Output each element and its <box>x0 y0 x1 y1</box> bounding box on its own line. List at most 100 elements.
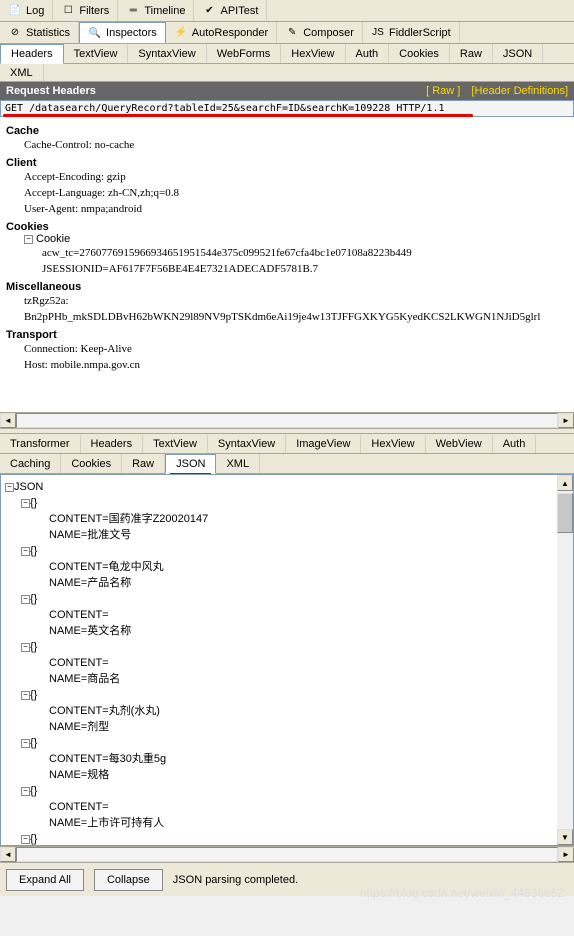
json-content[interactable]: CONTENT= <box>5 799 569 815</box>
scroll-thumb[interactable] <box>557 493 573 533</box>
tab-hexview[interactable]: HexView <box>281 44 345 63</box>
json-content[interactable]: CONTENT= <box>5 607 569 623</box>
inspectors-tab[interactable]: 🔍Inspectors <box>79 22 166 43</box>
tree-collapse-icon[interactable]: − <box>21 595 30 604</box>
cookie-item[interactable]: acw_tc=2760776915966934651951544e375c099… <box>6 245 568 261</box>
tab-headers[interactable]: Headers <box>0 44 64 64</box>
resp-tab-raw[interactable]: Raw <box>122 454 165 473</box>
header-defs-link[interactable]: [Header Definitions] <box>471 85 568 97</box>
json-name[interactable]: NAME=上市许可持有人 <box>5 815 569 831</box>
tab-json[interactable]: JSON <box>493 44 543 63</box>
raw-link[interactable]: [ Raw ] <box>426 85 460 97</box>
json-tree[interactable]: ▲ ▼ − JSON− {}CONTENT=国药准字Z20020147NAME=… <box>0 474 574 846</box>
json-content[interactable]: CONTENT=国药准字Z20020147 <box>5 511 569 527</box>
autoresponder-tab[interactable]: ⚡AutoResponder <box>166 22 277 43</box>
json-hscroll[interactable]: ◄ ► <box>0 846 574 862</box>
tree-collapse-icon[interactable]: − <box>21 691 30 700</box>
json-object[interactable]: − {} <box>5 735 569 751</box>
scroll-up-icon[interactable]: ▲ <box>557 475 573 491</box>
tree-collapse-icon[interactable]: − <box>21 787 30 796</box>
request-line[interactable]: GET /datasearch/QueryRecord?tableId=25&s… <box>0 100 574 117</box>
tab-syntaxview[interactable]: SyntaxView <box>128 44 206 63</box>
scroll-down-icon[interactable]: ▼ <box>557 829 573 845</box>
resp-tab-xml[interactable]: XML <box>216 454 260 473</box>
json-name[interactable]: NAME=批准文号 <box>5 527 569 543</box>
client-item[interactable]: Accept-Encoding: gzip <box>6 169 568 185</box>
client-item[interactable]: User-Agent: nmpa;android <box>6 201 568 217</box>
resp-tab-textview[interactable]: TextView <box>143 434 208 453</box>
tab-auth[interactable]: Auth <box>346 44 390 63</box>
tree-collapse-icon[interactable]: − <box>24 235 33 244</box>
collapse-button[interactable]: Collapse <box>94 869 163 891</box>
timeline-tab[interactable]: ═Timeline <box>118 0 194 21</box>
cookie-item[interactable]: JSESSIONID=AF617F7F56BE4E4E7321ADECADF57… <box>6 261 568 277</box>
scroll-right-icon[interactable]: ► <box>558 413 574 428</box>
json-name[interactable]: NAME=产品名称 <box>5 575 569 591</box>
filters-tab[interactable]: ☐Filters <box>53 0 118 21</box>
request-hscroll[interactable]: ◄ ► <box>0 412 574 428</box>
composer-tab[interactable]: ✎Composer <box>277 22 363 43</box>
tree-collapse-icon[interactable]: − <box>21 643 30 652</box>
fiddlerscript-tab[interactable]: JSFiddlerScript <box>363 22 460 43</box>
section-transport: Transport <box>6 329 568 341</box>
transport-item[interactable]: Connection: Keep-Alive <box>6 341 568 357</box>
json-object[interactable]: − {} <box>5 495 569 511</box>
scroll-track[interactable] <box>16 847 558 862</box>
json-content[interactable]: CONTENT=龟龙中风丸 <box>5 559 569 575</box>
scroll-track[interactable] <box>16 413 558 428</box>
json-object[interactable]: − {} <box>5 543 569 559</box>
tree-label: NAME=批准文号 <box>49 527 131 543</box>
resp-tab-caching[interactable]: Caching <box>0 454 61 473</box>
tab-webforms[interactable]: WebForms <box>207 44 282 63</box>
scroll-left-icon[interactable]: ◄ <box>0 413 16 428</box>
tree-collapse-icon[interactable]: − <box>5 483 14 492</box>
tree-collapse-icon[interactable]: − <box>21 547 30 556</box>
json-object[interactable]: − {} <box>5 639 569 655</box>
json-name[interactable]: NAME=剂型 <box>5 719 569 735</box>
json-vscroll[interactable]: ▲ ▼ <box>557 475 573 845</box>
tab-textview[interactable]: TextView <box>64 44 129 63</box>
json-object[interactable]: − {} <box>5 591 569 607</box>
cookie-node[interactable]: − Cookie <box>6 233 568 245</box>
tab-xml[interactable]: XML <box>0 64 44 81</box>
tree-collapse-icon[interactable]: − <box>21 835 30 844</box>
apitest-tab[interactable]: ✔APITest <box>194 0 267 21</box>
resp-tab-hexview[interactable]: HexView <box>361 434 425 453</box>
tab-cookies[interactable]: Cookies <box>389 44 450 63</box>
json-name[interactable]: NAME=商品名 <box>5 671 569 687</box>
resp-tab-headers[interactable]: Headers <box>81 434 144 453</box>
annotation-underline <box>3 114 473 117</box>
json-content[interactable]: CONTENT= <box>5 655 569 671</box>
json-object[interactable]: − {} <box>5 783 569 799</box>
client-item[interactable]: Accept-Language: zh-CN,zh;q=0.8 <box>6 185 568 201</box>
resp-tab-auth[interactable]: Auth <box>493 434 537 453</box>
tab-raw[interactable]: Raw <box>450 44 493 63</box>
tree-collapse-icon[interactable]: − <box>21 739 30 748</box>
json-name[interactable]: NAME=英文名称 <box>5 623 569 639</box>
transport-item[interactable]: Host: mobile.nmpa.gov.cn <box>6 357 568 373</box>
resp-tab-json[interactable]: JSON <box>165 454 216 474</box>
resp-tab-transformer[interactable]: Transformer <box>0 434 81 453</box>
resp-tab-syntaxview[interactable]: SyntaxView <box>208 434 286 453</box>
resp-tab-cookies[interactable]: Cookies <box>61 454 122 473</box>
apitest-label: APITest <box>220 5 258 17</box>
json-content[interactable]: CONTENT=丸剂(水丸) <box>5 703 569 719</box>
json-object[interactable]: − {} <box>5 687 569 703</box>
resp-tab-webview[interactable]: WebView <box>426 434 493 453</box>
json-content[interactable]: CONTENT=每30丸重5g <box>5 751 569 767</box>
cache-item[interactable]: Cache-Control: no-cache <box>6 137 568 153</box>
misc-item[interactable]: tzRgz52a: Bn2pPHb_mkSDLDBvH62bWKN29l89NV… <box>6 293 568 325</box>
scroll-right-icon[interactable]: ► <box>558 847 574 862</box>
statistics-tab[interactable]: ⊘Statistics <box>0 22 79 43</box>
scroll-track[interactable] <box>557 533 573 829</box>
tree-label: {} <box>30 735 37 751</box>
fiddlerscript-label: FiddlerScript <box>389 27 451 39</box>
resp-tab-imageview[interactable]: ImageView <box>286 434 361 453</box>
expand-all-button[interactable]: Expand All <box>6 869 84 891</box>
json-name[interactable]: NAME=规格 <box>5 767 569 783</box>
json-object[interactable]: − {} <box>5 831 569 846</box>
json-root[interactable]: − JSON <box>5 479 569 495</box>
tree-collapse-icon[interactable]: − <box>21 499 30 508</box>
log-tab[interactable]: 📄Log <box>0 0 53 21</box>
scroll-left-icon[interactable]: ◄ <box>0 847 16 862</box>
